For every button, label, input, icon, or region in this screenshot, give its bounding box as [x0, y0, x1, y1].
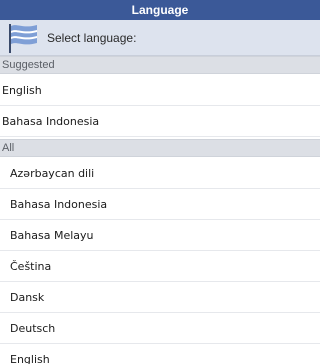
- language-item-bahasa-indonesia[interactable]: Bahasa Indonesia: [0, 189, 320, 220]
- language-item-azerbaycan[interactable]: Azərbaycan dili: [0, 158, 320, 189]
- flag-icon: [9, 24, 37, 53]
- language-item-cestina[interactable]: Čeština: [0, 251, 320, 282]
- language-item-english[interactable]: English: [0, 75, 320, 106]
- window-title: Language: [0, 0, 320, 20]
- language-item-bahasa-indonesia[interactable]: Bahasa Indonesia: [0, 106, 320, 137]
- language-item-deutsch[interactable]: Deutsch: [0, 313, 320, 344]
- prompt-label: Select language:: [47, 31, 137, 45]
- language-item-english[interactable]: English: [0, 344, 320, 364]
- language-item-dansk[interactable]: Dansk: [0, 282, 320, 313]
- section-header-all: All: [0, 139, 320, 157]
- language-prompt: Select language:: [0, 20, 320, 56]
- language-item-bahasa-melayu[interactable]: Bahasa Melayu: [0, 220, 320, 251]
- section-header-suggested: Suggested: [0, 56, 320, 74]
